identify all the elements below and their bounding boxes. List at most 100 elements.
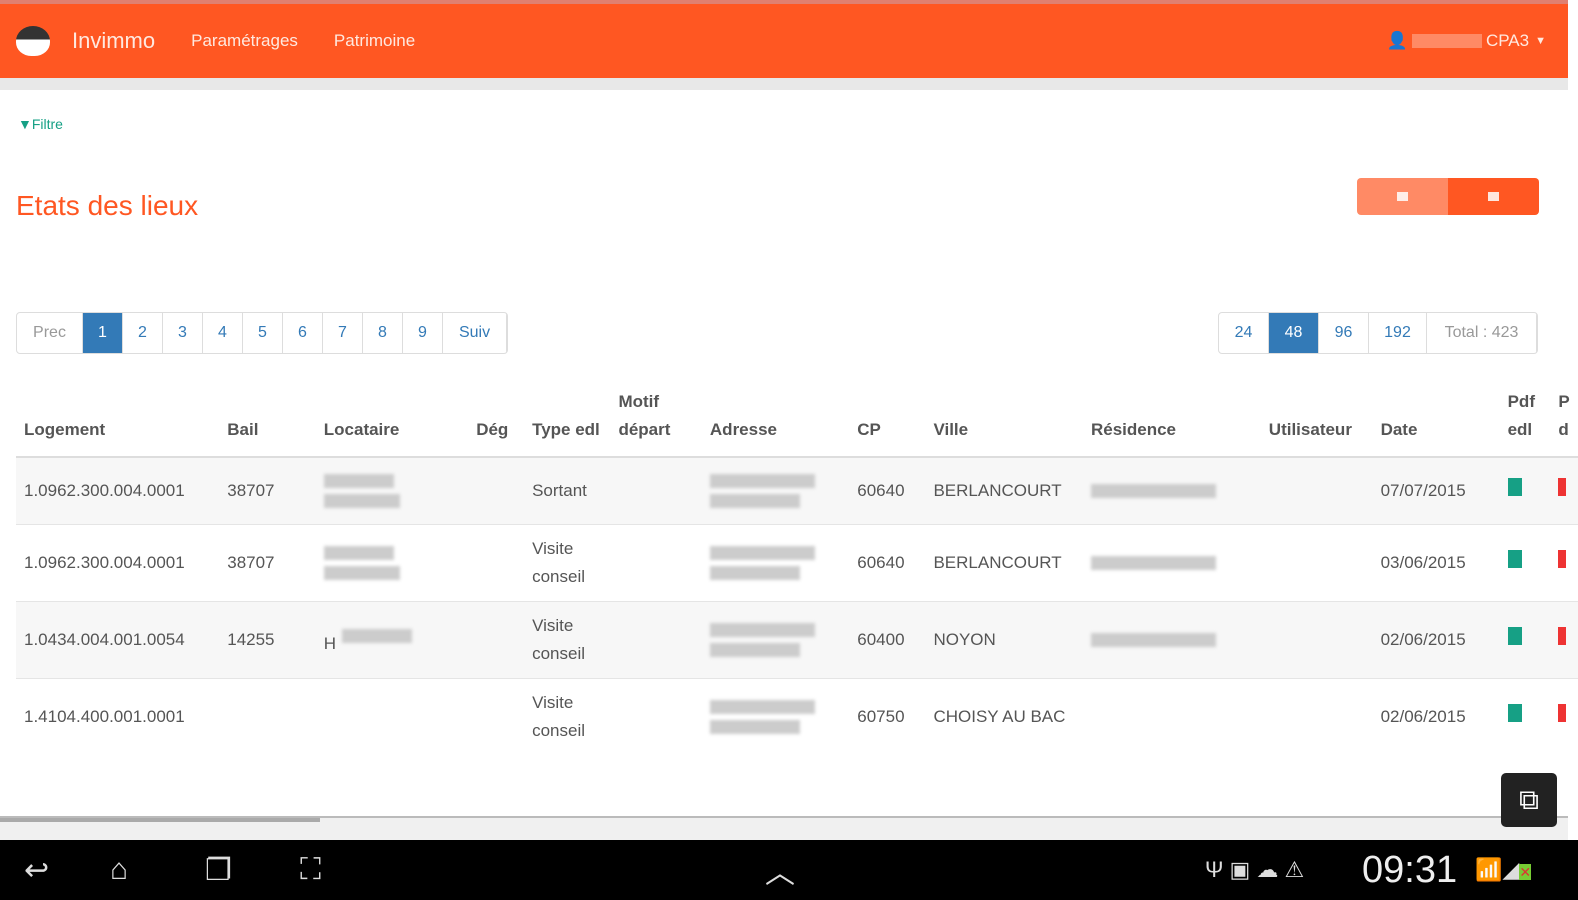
home-icon[interactable]: ⌂ — [110, 853, 128, 887]
multi-window-button[interactable]: ⧉ — [1501, 773, 1557, 827]
redacted-address — [709, 566, 800, 580]
page-size-96[interactable]: 96 — [1319, 313, 1369, 353]
column-header[interactable]: Locataire — [315, 384, 469, 458]
cell — [1082, 524, 1261, 602]
caret-down-icon: ▼ — [1535, 35, 1546, 47]
horizontal-scrollbar[interactable] — [0, 816, 1568, 840]
pdf-edl-icon[interactable] — [1507, 550, 1522, 568]
cell-date: 07/07/2015 — [1372, 456, 1500, 525]
redacted-residence — [1090, 484, 1216, 498]
page-1-button[interactable]: 1 — [83, 313, 123, 353]
cell-cp: 60640 — [849, 456, 926, 525]
pdf-edl-icon[interactable] — [1507, 478, 1522, 496]
cell — [1499, 601, 1551, 679]
brand-link[interactable]: Invimmo — [72, 28, 155, 54]
cell-locataire — [315, 678, 469, 755]
redacted-address — [709, 623, 815, 637]
column-header[interactable]: Motif départ — [610, 384, 702, 458]
cell — [468, 678, 525, 755]
page-2-button[interactable]: 2 — [123, 313, 163, 353]
table-row[interactable]: 1.0434.004.001.0054 14255 H Visite conseil 6… — [16, 601, 1578, 679]
view-toggle — [1357, 178, 1539, 215]
column-header[interactable]: Date — [1372, 384, 1500, 458]
cell — [610, 456, 702, 525]
column-header[interactable]: CP — [849, 384, 926, 458]
pdf-icon[interactable] — [1558, 550, 1567, 568]
cell-locataire: H — [315, 601, 469, 679]
page-5-button[interactable]: 5 — [243, 313, 283, 353]
pdf-icon[interactable] — [1558, 478, 1567, 496]
redacted-residence — [1090, 556, 1216, 570]
page-title: Etats des lieux — [16, 190, 199, 221]
screenshot-icon[interactable]: ⛶ — [300, 853, 321, 887]
redacted-address — [709, 720, 800, 734]
cell — [610, 678, 702, 755]
cell — [701, 601, 850, 679]
column-header[interactable]: P d — [1550, 384, 1578, 458]
table-row[interactable]: 1.0962.300.004.0001 38707 Visite conseil 60… — [16, 524, 1578, 602]
filter-toggle[interactable]: ▼Filtre — [18, 116, 63, 132]
nav-patrimoine[interactable]: Patrimoine — [334, 31, 415, 51]
page-size-48[interactable]: 48 — [1269, 313, 1319, 353]
android-system-bar: ↩ ⌂ ❐ ⛶ ︿ Ψ ▣ ☁ ⚠ 09:31 📶◢✕ — [0, 840, 1578, 900]
redacted-text — [323, 494, 400, 508]
cell-bail: 38707 — [219, 456, 316, 525]
cell-type: Sortant — [524, 456, 611, 525]
column-header[interactable]: Logement — [16, 384, 220, 458]
nav-parametrages[interactable]: Paramétrages — [191, 31, 298, 51]
grid-view-button[interactable] — [1357, 178, 1448, 215]
cell — [1082, 456, 1261, 525]
cell — [701, 524, 850, 602]
table-row[interactable]: 1.0962.300.004.0001 38707 Sortant 60640 BERL… — [16, 456, 1578, 525]
column-header[interactable]: Adresse — [701, 384, 850, 458]
back-icon[interactable]: ↩ — [24, 853, 49, 888]
redacted-text — [323, 546, 394, 560]
cell — [610, 524, 702, 602]
cell-logement: 1.4104.400.001.0001 — [16, 678, 220, 755]
column-header[interactable]: Bail — [219, 384, 316, 458]
list-view-button[interactable] — [1448, 178, 1539, 215]
recent-apps-icon[interactable]: ❐ — [205, 853, 232, 888]
prev-page-button[interactable]: Prec — [17, 313, 83, 353]
pdf-edl-icon[interactable] — [1507, 627, 1522, 645]
edl-table: Logement Bail Locataire Dég Type edl Motif dé… — [16, 384, 1578, 755]
redacted-address — [709, 494, 800, 508]
chevron-up-icon[interactable]: ︿ — [765, 848, 795, 892]
app-logo-icon[interactable] — [16, 26, 50, 56]
page-size-192[interactable]: 192 — [1369, 313, 1427, 353]
page-8-button[interactable]: 8 — [363, 313, 403, 353]
cell — [1550, 456, 1578, 525]
cell — [1550, 524, 1578, 602]
page-7-button[interactable]: 7 — [323, 313, 363, 353]
cell — [1499, 678, 1551, 755]
cell-ville: BERLANCOURT — [925, 524, 1083, 602]
pdf-edl-icon[interactable] — [1507, 704, 1522, 722]
cell-date: 02/06/2015 — [1372, 678, 1500, 755]
redacted-address — [709, 700, 815, 714]
cell — [1499, 456, 1551, 525]
column-header[interactable]: Utilisateur — [1260, 384, 1373, 458]
cell-bail: 14255 — [219, 601, 316, 679]
cell-bail: 38707 — [219, 524, 316, 602]
total-count: Total : 423 — [1427, 313, 1537, 353]
table-row[interactable]: 1.4104.400.001.0001 Visite conseil 60750 CH… — [16, 678, 1578, 755]
next-page-button[interactable]: Suiv — [443, 313, 507, 353]
column-header[interactable]: Pdf edl — [1499, 384, 1551, 458]
page-9-button[interactable]: 9 — [403, 313, 443, 353]
column-header[interactable]: Ville — [925, 384, 1083, 458]
page-size-24[interactable]: 24 — [1219, 313, 1269, 353]
cell — [1260, 678, 1373, 755]
column-header[interactable]: Résidence — [1082, 384, 1261, 458]
column-header[interactable]: Dég — [468, 384, 525, 458]
filter-icon: ▼ — [18, 116, 32, 132]
user-name-redacted — [1411, 34, 1482, 48]
column-header[interactable]: Type edl — [524, 384, 611, 458]
pdf-icon[interactable] — [1558, 704, 1567, 722]
page-3-button[interactable]: 3 — [163, 313, 203, 353]
cell — [468, 601, 525, 679]
pdf-icon[interactable] — [1558, 627, 1567, 645]
page-6-button[interactable]: 6 — [283, 313, 323, 353]
clock: 09:31 — [1362, 848, 1458, 891]
user-menu[interactable]: 👤 CPA3 ▼ — [1387, 31, 1546, 51]
page-4-button[interactable]: 4 — [203, 313, 243, 353]
